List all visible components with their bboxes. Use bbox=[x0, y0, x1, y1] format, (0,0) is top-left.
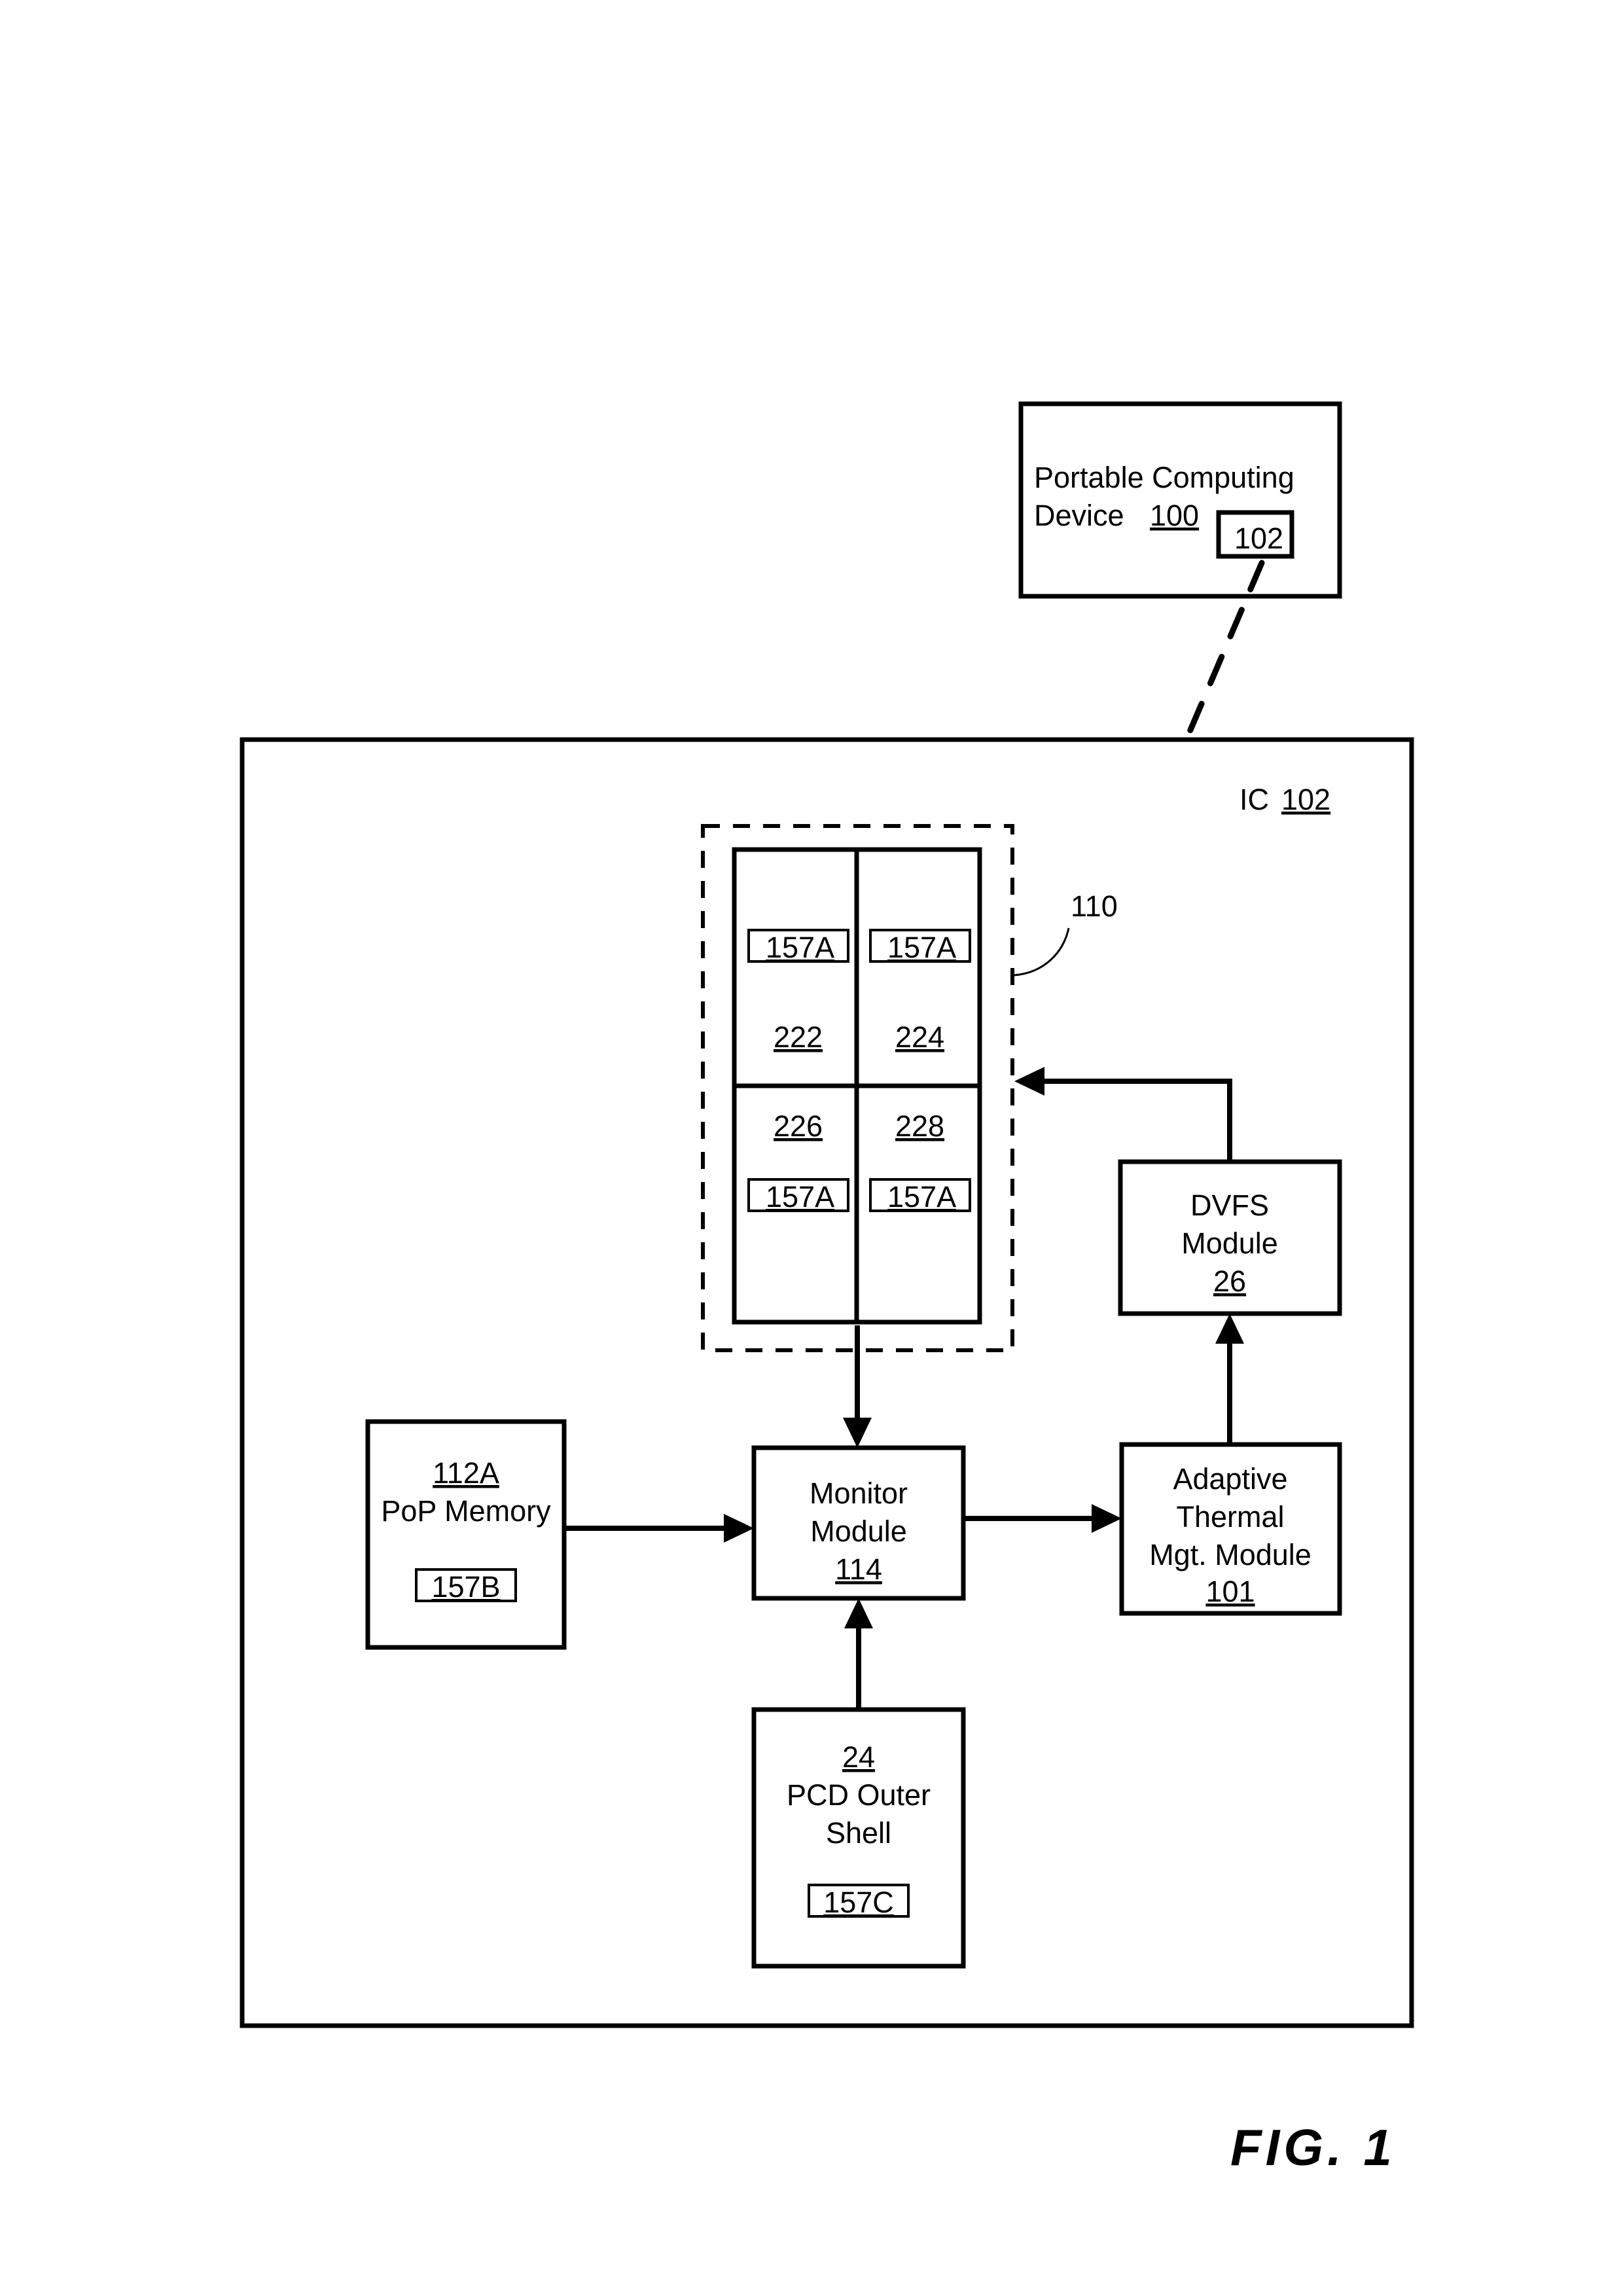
adaptive-thermal-line2: Thermal bbox=[1176, 1500, 1284, 1534]
core-226-ref: 226 bbox=[774, 1109, 823, 1143]
pcd-inner-ic-ref: 102 bbox=[1234, 522, 1283, 555]
pop-memory-sensor-label: 157B bbox=[431, 1570, 500, 1604]
block-diagram: Portable Computing Device 100 102 IC 102… bbox=[240, 401, 1414, 2028]
core-226-sensor-label: 157A bbox=[766, 1180, 834, 1213]
monitor-module-line2: Module bbox=[810, 1515, 907, 1548]
dvfs-module-line2: Module bbox=[1181, 1227, 1278, 1260]
pcd-outer-shell-line1: PCD Outer bbox=[787, 1778, 931, 1812]
pop-memory-ref: 112A bbox=[433, 1456, 499, 1490]
adaptive-thermal-line1: Adaptive bbox=[1173, 1462, 1287, 1496]
patent-figure-page: Portable Computing Device 100 102 IC 102… bbox=[0, 0, 1623, 2296]
core-228-sensor-label: 157A bbox=[887, 1180, 956, 1213]
ic-label: IC bbox=[1240, 783, 1269, 816]
dvfs-module-line1: DVFS bbox=[1190, 1189, 1269, 1222]
adaptive-thermal-ref: 101 bbox=[1205, 1575, 1255, 1608]
core-228-ref: 228 bbox=[895, 1109, 944, 1143]
core-224-sensor-label: 157A bbox=[887, 931, 956, 964]
pop-memory-name: PoP Memory bbox=[381, 1494, 551, 1528]
cluster-ref-number: 110 bbox=[1071, 889, 1118, 923]
pcd-title-line1: Portable Computing bbox=[1034, 461, 1294, 494]
figure-caption: FIG. 1 bbox=[1230, 2119, 1396, 2176]
pop-memory-box bbox=[365, 1419, 567, 1650]
pcd-outer-shell-sensor-label: 157C bbox=[823, 1886, 894, 1919]
core-224-ref: 224 bbox=[895, 1020, 944, 1054]
monitor-module-line1: Monitor bbox=[810, 1477, 908, 1510]
pcd-title-line2: Device bbox=[1034, 499, 1124, 532]
adaptive-thermal-line3: Mgt. Module bbox=[1149, 1538, 1311, 1571]
monitor-module-ref: 114 bbox=[835, 1552, 882, 1586]
ic-ref-number: 102 bbox=[1281, 783, 1330, 816]
pcd-outer-shell-ref: 24 bbox=[842, 1740, 875, 1774]
dvfs-module-ref: 26 bbox=[1213, 1265, 1246, 1298]
pcd-outer-shell-line2: Shell bbox=[826, 1816, 891, 1850]
pcd-ref-number: 100 bbox=[1150, 499, 1199, 532]
core-222-sensor-label: 157A bbox=[766, 931, 834, 964]
core-222-ref: 222 bbox=[774, 1020, 823, 1054]
